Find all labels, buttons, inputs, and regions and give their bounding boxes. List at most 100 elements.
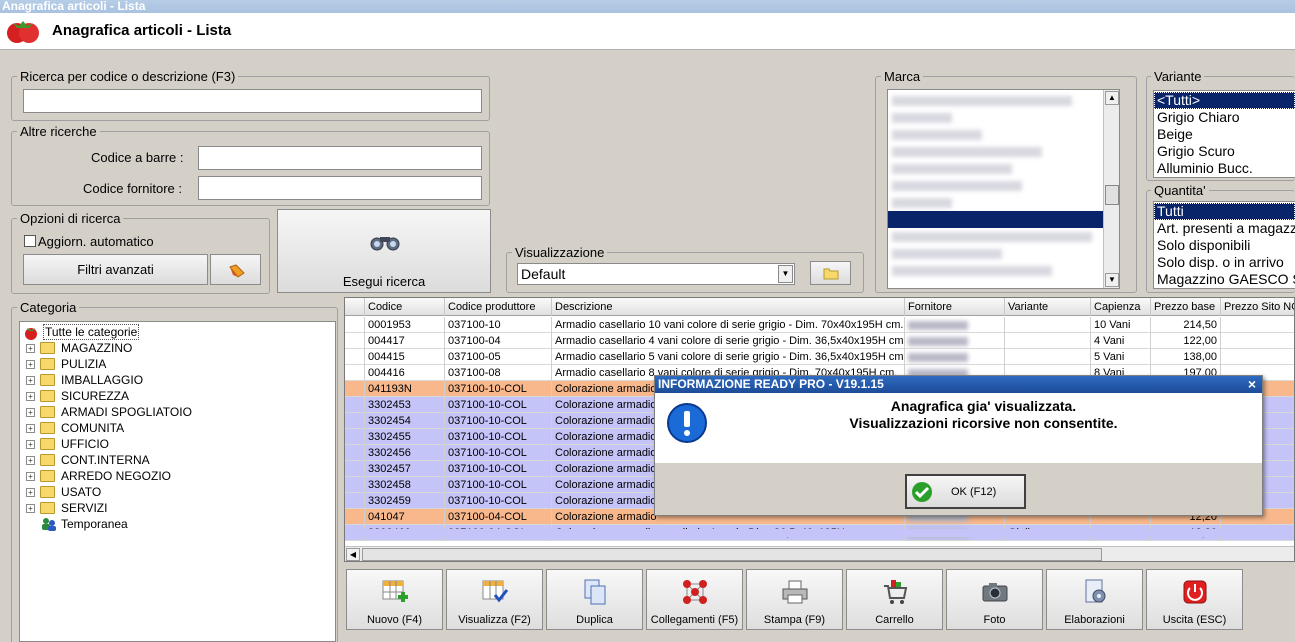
variante-item[interactable]: <Tutti> [1154, 92, 1295, 109]
variante-item[interactable]: Alluminio Bucc. [1154, 160, 1295, 177]
row-selector[interactable] [345, 381, 365, 397]
filter-clear-button[interactable] [210, 254, 261, 285]
row-selector[interactable] [345, 429, 365, 445]
visualizzazione-select[interactable]: Default ▼ [517, 263, 795, 285]
column-header-variante[interactable]: Variante [1005, 298, 1091, 316]
quantita-listbox[interactable]: Tutti Art. presenti a magazzi Solo dispo… [1153, 201, 1295, 289]
column-header-prezzo-base[interactable]: Prezzo base [1151, 298, 1221, 316]
expand-plus-icon[interactable]: + [26, 504, 35, 513]
marca-list-item[interactable] [892, 113, 952, 123]
marca-list-item[interactable] [892, 181, 1022, 191]
filtri-avanzati-button[interactable]: Filtri avanzati [23, 254, 208, 285]
tree-root[interactable]: Tutte le categorie [22, 324, 222, 340]
row-selector[interactable] [345, 509, 365, 525]
marca-list-item[interactable] [892, 130, 982, 140]
quantita-item[interactable]: Magazzino GAESCO SR [1154, 271, 1295, 288]
tree-node[interactable]: + UFFICIO [20, 436, 270, 452]
expand-plus-icon[interactable]: + [26, 424, 35, 433]
tree-node[interactable]: + SICUREZZA [20, 388, 270, 404]
marca-list-item[interactable] [892, 198, 952, 208]
column-header-capienza[interactable]: Capienza [1091, 298, 1151, 316]
row-selector[interactable] [345, 333, 365, 349]
column-header-prezzo-sito[interactable]: Prezzo Sito NO [1221, 298, 1294, 316]
row-selector[interactable] [345, 445, 365, 461]
expand-plus-icon[interactable]: + [26, 408, 35, 417]
esegui-ricerca-button[interactable]: Esegui ricerca [277, 209, 491, 293]
expand-plus-icon[interactable]: + [26, 360, 35, 369]
variante-item[interactable]: Beige [1154, 126, 1295, 143]
marca-list-item[interactable] [892, 249, 1002, 259]
carrello-button[interactable]: Carrello [846, 569, 943, 630]
hscroll-thumb[interactable] [362, 548, 1102, 561]
marca-list-item[interactable] [892, 96, 1072, 106]
tree-node[interactable]: + USATO [20, 484, 270, 500]
expand-plus-icon[interactable]: + [26, 344, 35, 353]
expand-plus-icon[interactable]: + [26, 376, 35, 385]
marca-list-item[interactable] [892, 164, 1012, 174]
variante-listbox[interactable]: <Tutti> Grigio Chiaro Beige Grigio Scuro… [1153, 90, 1295, 178]
marca-list-item[interactable] [892, 232, 1092, 242]
row-selector[interactable] [345, 365, 365, 381]
tree-node[interactable]: + ARMADI SPOGLIATOIO [20, 404, 270, 420]
open-folder-button[interactable] [810, 261, 851, 285]
quantita-item[interactable]: Art. presenti a magazzi [1154, 220, 1295, 237]
barcode-input[interactable] [198, 146, 482, 170]
scroll-up-icon[interactable]: ▲ [1105, 91, 1119, 105]
table-row[interactable]: 004415 037100-05 Armadio casellario 5 vani… [345, 349, 1294, 365]
marca-list-item[interactable] [892, 147, 1042, 157]
tree-node[interactable]: + IMBALLAGGIO [20, 372, 270, 388]
table-row[interactable]: 004417 037100-04 Armadio casellario 4 vani… [345, 333, 1294, 349]
fornitore-input[interactable] [198, 176, 482, 200]
row-selector[interactable] [345, 477, 365, 493]
quantita-item[interactable]: Solo disp. o in arrivo [1154, 254, 1295, 271]
search-input[interactable] [23, 89, 482, 113]
column-header-codice[interactable]: Codice [365, 298, 445, 316]
scroll-down-icon[interactable]: ▼ [1105, 273, 1119, 287]
auto-refresh-checkbox[interactable] [24, 235, 36, 247]
elaborazioni-button[interactable]: Elaborazioni [1046, 569, 1143, 630]
quantita-item[interactable]: Solo disponibili [1154, 237, 1295, 254]
chevron-down-icon[interactable]: ▼ [778, 265, 793, 283]
tree-node[interactable]: + CONT.INTERNA [20, 452, 270, 468]
close-icon[interactable]: × [1248, 376, 1256, 393]
variante-item[interactable]: Grigio Chiaro [1154, 109, 1295, 126]
tree-node[interactable]: + ARREDO NEGOZIO [20, 468, 270, 484]
duplica-button[interactable]: Duplica [546, 569, 643, 630]
expand-plus-icon[interactable]: + [26, 440, 35, 449]
marca-scrollbar[interactable]: ▲ ▼ [1103, 90, 1119, 288]
collegamenti-button[interactable]: Collegamenti (F5) [646, 569, 743, 630]
row-selector[interactable] [345, 349, 365, 365]
row-selector[interactable] [345, 397, 365, 413]
visualizza-button[interactable]: Visualizza (F2) [446, 569, 543, 630]
category-tree[interactable]: Tutte le categorie + MAGAZZINO + PULIZIA + IM… [19, 321, 336, 642]
tree-leaf-temporanea[interactable]: Temporanea [41, 516, 241, 532]
variante-item[interactable]: Grigio Scuro [1154, 143, 1295, 160]
expand-plus-icon[interactable]: + [26, 456, 35, 465]
row-selector[interactable] [345, 413, 365, 429]
nuovo-button[interactable]: Nuovo (F4) [346, 569, 443, 630]
scroll-thumb[interactable] [1105, 185, 1119, 205]
marca-list-item[interactable] [892, 266, 1052, 276]
tree-node[interactable]: + PULIZIA [20, 356, 270, 372]
row-selector[interactable] [345, 461, 365, 477]
marca-listbox[interactable]: ▲ ▼ [887, 89, 1120, 289]
row-selector[interactable] [345, 317, 365, 333]
row-selector[interactable] [345, 493, 365, 509]
table-row[interactable]: 0001953 037100-10 Armadio casellario 10 va… [345, 317, 1294, 333]
foto-button[interactable]: Foto [946, 569, 1043, 630]
marca-selected-item[interactable] [888, 211, 1104, 228]
expand-plus-icon[interactable]: + [26, 392, 35, 401]
expand-plus-icon[interactable]: + [26, 472, 35, 481]
tree-node[interactable]: + SERVIZI [20, 500, 270, 516]
uscita-button[interactable]: Uscita (ESC) [1146, 569, 1243, 630]
grid-hscrollbar[interactable]: ◀ [345, 546, 1294, 561]
ok-button[interactable]: OK (F12) [905, 474, 1026, 509]
stampa-button[interactable]: Stampa (F9) [746, 569, 843, 630]
tree-node[interactable]: + COMUNITA [20, 420, 270, 436]
tree-node[interactable]: + MAGAZZINO [20, 340, 270, 356]
expand-plus-icon[interactable]: + [26, 488, 35, 497]
quantita-item[interactable]: Tutti [1154, 203, 1295, 220]
column-header-descrizione[interactable]: Descrizione [552, 298, 905, 316]
column-header-codice-produttore[interactable]: Codice produttore [445, 298, 552, 316]
column-header-fornitore[interactable]: Fornitore [905, 298, 1005, 316]
